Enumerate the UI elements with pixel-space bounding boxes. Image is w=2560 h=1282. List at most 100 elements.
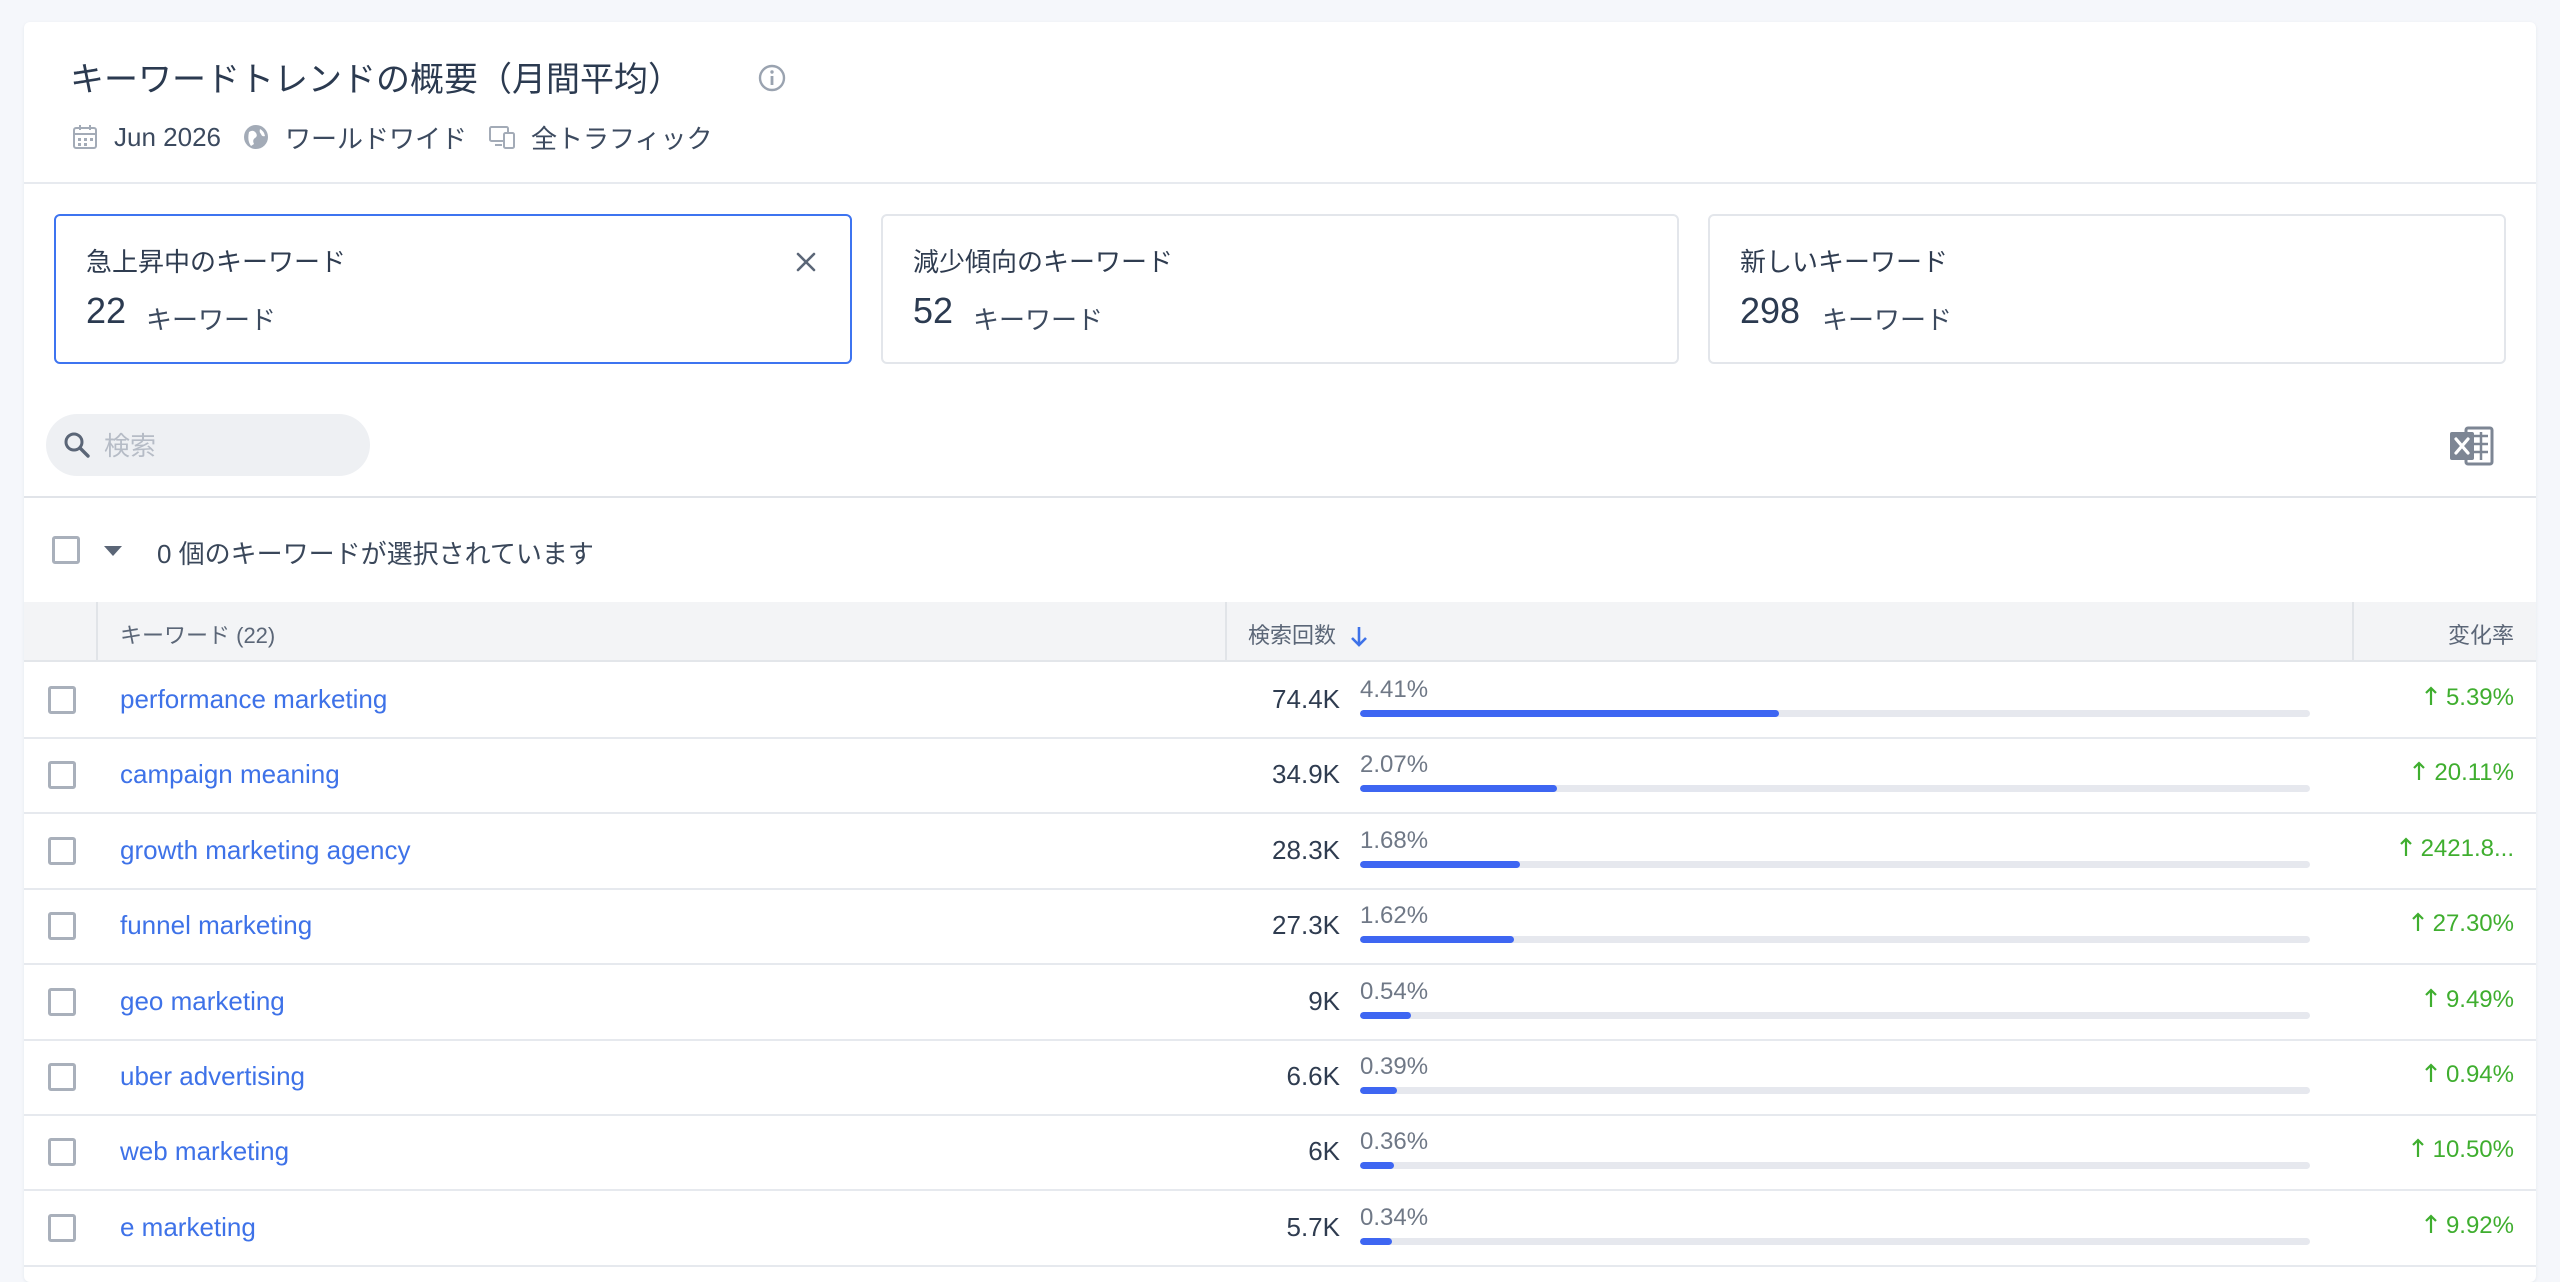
summary-title: 急上昇中のキーワード (86, 247, 347, 277)
traffic-share: 4.41% (1360, 676, 1429, 703)
devices-icon (489, 126, 515, 149)
traffic-share: 2.07% (1360, 751, 1429, 779)
selection-count-text: 0 個のキーワードが選択されています (157, 539, 594, 569)
table-row: web marketing 6K 0.36% 10.50% (24, 1114, 2536, 1192)
share-bar-fill (1360, 1087, 1398, 1094)
change-rate-value: 9.49% (2445, 985, 2514, 1013)
keyword-link[interactable]: geo marketing (120, 986, 285, 1017)
sort-down-arrow-icon[interactable] (1348, 623, 1370, 649)
bulk-selection-bar: 0 個のキーワードが選択されています (24, 498, 2536, 602)
summary-count: 298 (1740, 290, 1801, 331)
change-rate: 9.49% (2424, 986, 2514, 1014)
row-checkbox[interactable] (48, 912, 76, 941)
change-rate-value: 10.50% (2432, 1136, 2514, 1164)
page-title: キーワードトレンドの概要（月間平均） (70, 61, 682, 99)
column-header-volume[interactable]: 検索回数 (1248, 618, 1370, 650)
table-row: funnel marketing 27.3K 1.62% 27.30% (24, 888, 2536, 966)
keyword-link[interactable]: e marketing (120, 1212, 256, 1243)
row-checkbox[interactable] (48, 987, 76, 1016)
row-checkbox[interactable] (48, 1213, 76, 1242)
change-rate: 0.94% (2424, 1061, 2514, 1089)
trend-up-arrow-icon (2399, 837, 2412, 856)
traffic-label: 全トラフィック (531, 123, 713, 154)
table-row: performance marketing 74.4K 4.41% 5.39% (24, 662, 2536, 739)
traffic-share: 0.36% (1360, 1128, 1429, 1156)
share-bar-fill (1360, 1162, 1395, 1170)
change-rate: 20.11% (2412, 759, 2514, 787)
change-rate-value: 27.30% (2432, 910, 2514, 938)
traffic-share: 0.39% (1360, 1053, 1429, 1080)
search-volume: 9K (1308, 985, 1340, 1016)
info-icon[interactable] (756, 62, 788, 94)
search-icon (64, 432, 90, 458)
search-input[interactable] (102, 424, 356, 468)
keyword-trends-panel: キーワードトレンドの概要（月間平均） Jun 2026 ワールドワイド 全トラフ… (24, 22, 2536, 1282)
keyword-link[interactable]: uber advertising (120, 1061, 305, 1092)
share-bar (1360, 1162, 2310, 1170)
search-volume: 6K (1308, 1136, 1340, 1167)
change-rate: 10.50% (2411, 1136, 2514, 1164)
keyword-link[interactable]: web marketing (120, 1136, 289, 1167)
share-bar (1360, 710, 2310, 717)
share-bar (1360, 785, 2310, 793)
search-volume: 6.6K (1286, 1061, 1341, 1091)
trend-up-arrow-icon (2411, 912, 2424, 932)
share-bar (1360, 1011, 2310, 1019)
trend-up-arrow-icon (2425, 1063, 2437, 1082)
search-box[interactable] (46, 414, 370, 476)
row-checkbox[interactable] (48, 761, 76, 790)
keyword-link[interactable]: campaign meaning (120, 759, 340, 790)
column-separator (96, 602, 98, 660)
keyword-link[interactable]: performance marketing (120, 684, 387, 715)
share-bar-fill (1360, 785, 1557, 793)
table-row: e marketing 5.7K 0.34% 9.92% (24, 1190, 2536, 1267)
table-row: campaign meaning 34.9K 2.07% 20.11% (24, 737, 2536, 815)
change-rate-value: 0.94% (2445, 1061, 2514, 1088)
chevron-down-icon[interactable] (104, 546, 122, 556)
share-bar (1360, 1237, 2310, 1245)
table-row: uber advertising 6.6K 0.39% 0.94% (24, 1039, 2536, 1116)
search-volume: 5.7K (1286, 1211, 1341, 1242)
change-rate-value: 9.92% (2445, 1211, 2514, 1239)
row-checkbox[interactable] (48, 686, 76, 714)
excel-export-icon[interactable] (2448, 424, 2496, 468)
date-label: Jun 2026 (114, 121, 221, 152)
summary-card-rising[interactable]: 急上昇中のキーワード 22 キーワード (54, 214, 852, 364)
trend-up-arrow-icon (2425, 1214, 2437, 1233)
share-bar (1360, 936, 2310, 944)
traffic-share: 1.68% (1360, 826, 1429, 854)
globe-icon (243, 125, 268, 149)
summary-count: 52 (913, 290, 954, 331)
summary-card-declining[interactable]: 減少傾向のキーワード 52 キーワード (881, 214, 1679, 364)
column-header-volume-label: 検索回数 (1248, 623, 1337, 648)
filter-meta: Jun 2026 ワールドワイド 全トラフィック (70, 118, 732, 156)
region-label: ワールドワイド (284, 123, 467, 154)
column-separator (1225, 602, 1227, 660)
close-icon[interactable] (792, 248, 820, 276)
trend-up-arrow-icon (2411, 1138, 2424, 1158)
trend-up-arrow-icon (2413, 761, 2426, 781)
summary-card-new[interactable]: 新しいキーワード 298 キーワード (1708, 214, 2506, 364)
summary-count: 22 (86, 290, 127, 331)
share-bar (1360, 860, 2310, 868)
row-checkbox[interactable] (48, 1138, 76, 1167)
select-all-checkbox[interactable] (52, 536, 80, 564)
share-bar-fill (1360, 1237, 1393, 1245)
summary-title: 新しいキーワード (1740, 247, 1949, 277)
share-bar-fill (1360, 936, 1514, 944)
table-header: キーワード (22) 検索回数 変化率 (24, 602, 2536, 662)
change-rate-value: 20.11% (2434, 759, 2514, 787)
table-row: growth marketing agency 28.3K 1.68% 2421.8.… (24, 813, 2536, 890)
calendar-icon (73, 125, 97, 149)
change-rate: 9.92% (2424, 1212, 2514, 1240)
traffic-share: 0.54% (1360, 977, 1429, 1005)
row-checkbox[interactable] (48, 1063, 76, 1091)
row-checkbox[interactable] (48, 836, 76, 865)
share-bar (1360, 1087, 2310, 1094)
column-header-change[interactable]: 変化率 (2448, 618, 2514, 650)
keyword-link[interactable]: funnel marketing (120, 910, 312, 941)
keyword-link[interactable]: growth marketing agency (120, 835, 410, 866)
search-volume: 28.3K (1272, 834, 1340, 865)
summary-unit: キーワード (1822, 305, 1953, 335)
column-header-keyword[interactable]: キーワード (22) (120, 618, 275, 650)
